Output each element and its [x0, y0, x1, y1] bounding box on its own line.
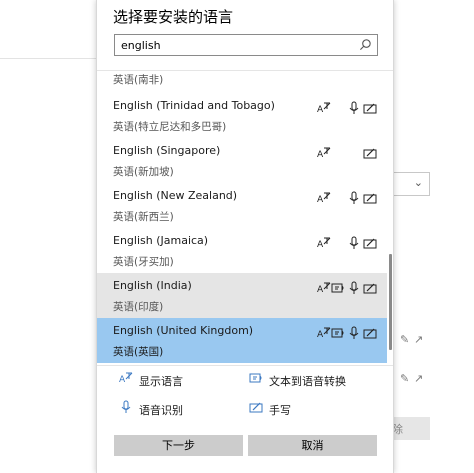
handwriting-icon: [363, 193, 377, 204]
microphone-icon: [349, 191, 359, 204]
legend-speech-recognition: 语音识别: [139, 404, 183, 417]
handwriting-icon: [363, 283, 377, 294]
text-to-speech-icon: [331, 328, 344, 338]
language-native-name: 英语(牙买加): [113, 256, 174, 268]
display-language-icon: ↗: [414, 333, 424, 346]
svg-text:A: A: [317, 285, 324, 295]
microphone-icon: [349, 281, 359, 294]
background-dropdown[interactable]: ⌄: [392, 172, 430, 196]
next-button[interactable]: 下一步: [114, 435, 243, 456]
microphone-icon: [121, 400, 131, 413]
legend-display-language: 显示语言: [139, 375, 183, 388]
microphone-icon: [349, 326, 359, 339]
legend-divider: [97, 365, 393, 366]
handwriting-icon: [363, 103, 377, 114]
list-scrollbar[interactable]: [389, 254, 392, 350]
language-list[interactable]: 英语(南非) English (Trinidad and Tobago) 英语(…: [97, 71, 393, 365]
language-name: English (United Kingdom): [113, 324, 254, 337]
handwriting-icon: [363, 328, 377, 339]
svg-text:A: A: [317, 105, 324, 115]
language-native-name: 英语(新西兰): [113, 211, 174, 223]
display-language-icon: A: [317, 102, 331, 115]
language-native-name: 英语(英国): [113, 346, 164, 358]
display-language-icon: A: [317, 327, 331, 340]
language-name: English (Trinidad and Tobago): [113, 99, 275, 112]
language-name: English (New Zealand): [113, 189, 238, 202]
display-language-icon: A: [317, 192, 331, 205]
language-native-name: 英语(新加坡): [113, 166, 174, 178]
search-icon[interactable]: [359, 38, 372, 51]
dialog-title: 选择要安装的语言: [113, 8, 234, 26]
language-item[interactable]: English (Trinidad and Tobago) 英语(特立尼达和多巴…: [97, 93, 387, 138]
handwriting-icon: ✎: [400, 333, 410, 346]
svg-text:A: A: [317, 330, 324, 340]
background-remove-button[interactable]: 除: [390, 417, 430, 440]
handwriting-icon: ✎: [400, 372, 410, 385]
display-language-icon: A: [317, 147, 331, 160]
language-item[interactable]: English (New Zealand) 英语(新西兰) A: [97, 183, 387, 228]
language-native-name: 英语(印度): [113, 301, 164, 313]
cancel-button[interactable]: 取消: [248, 435, 377, 456]
chevron-down-icon: ⌄: [413, 176, 423, 189]
language-name: English (India): [113, 279, 192, 292]
svg-text:A: A: [317, 195, 324, 205]
text-to-speech-icon: [331, 283, 344, 293]
search-input[interactable]: [115, 35, 350, 55]
svg-text:A: A: [119, 375, 126, 385]
text-to-speech-icon: [249, 373, 262, 383]
display-language-icon: ↗: [414, 372, 424, 385]
language-native-name: 英语(特立尼达和多巴哥): [113, 121, 227, 133]
svg-text:A: A: [317, 150, 324, 160]
language-item[interactable]: 英语(南非): [97, 71, 387, 93]
handwriting-icon: [363, 238, 377, 249]
background-divider: [0, 58, 96, 59]
install-language-dialog: 选择要安装的语言 英语(南非) English (Trinidad and To…: [96, 0, 394, 473]
language-name: English (Jamaica): [113, 234, 209, 247]
display-language-icon: A: [317, 282, 331, 295]
language-item-selected[interactable]: English (United Kingdom) 英语(英国) A: [97, 318, 387, 363]
legend-text-to-speech: 文本到语音转换: [269, 375, 346, 388]
language-item[interactable]: English (Singapore) 英语(新加坡) A: [97, 138, 387, 183]
search-box[interactable]: [114, 34, 378, 56]
language-native-name: 英语(南非): [113, 74, 164, 86]
language-item[interactable]: English (Jamaica) 英语(牙买加) A: [97, 228, 387, 273]
legend-handwriting: 手写: [269, 404, 291, 417]
language-name: English (Singapore): [113, 144, 221, 157]
microphone-icon: [349, 101, 359, 114]
handwriting-icon: [249, 402, 263, 413]
svg-text:A: A: [317, 240, 324, 250]
display-language-icon: A: [317, 237, 331, 250]
language-item[interactable]: English (India) 英语(印度) A: [97, 273, 387, 318]
handwriting-icon: [363, 148, 377, 159]
microphone-icon: [349, 236, 359, 249]
display-language-icon: A: [119, 372, 133, 385]
